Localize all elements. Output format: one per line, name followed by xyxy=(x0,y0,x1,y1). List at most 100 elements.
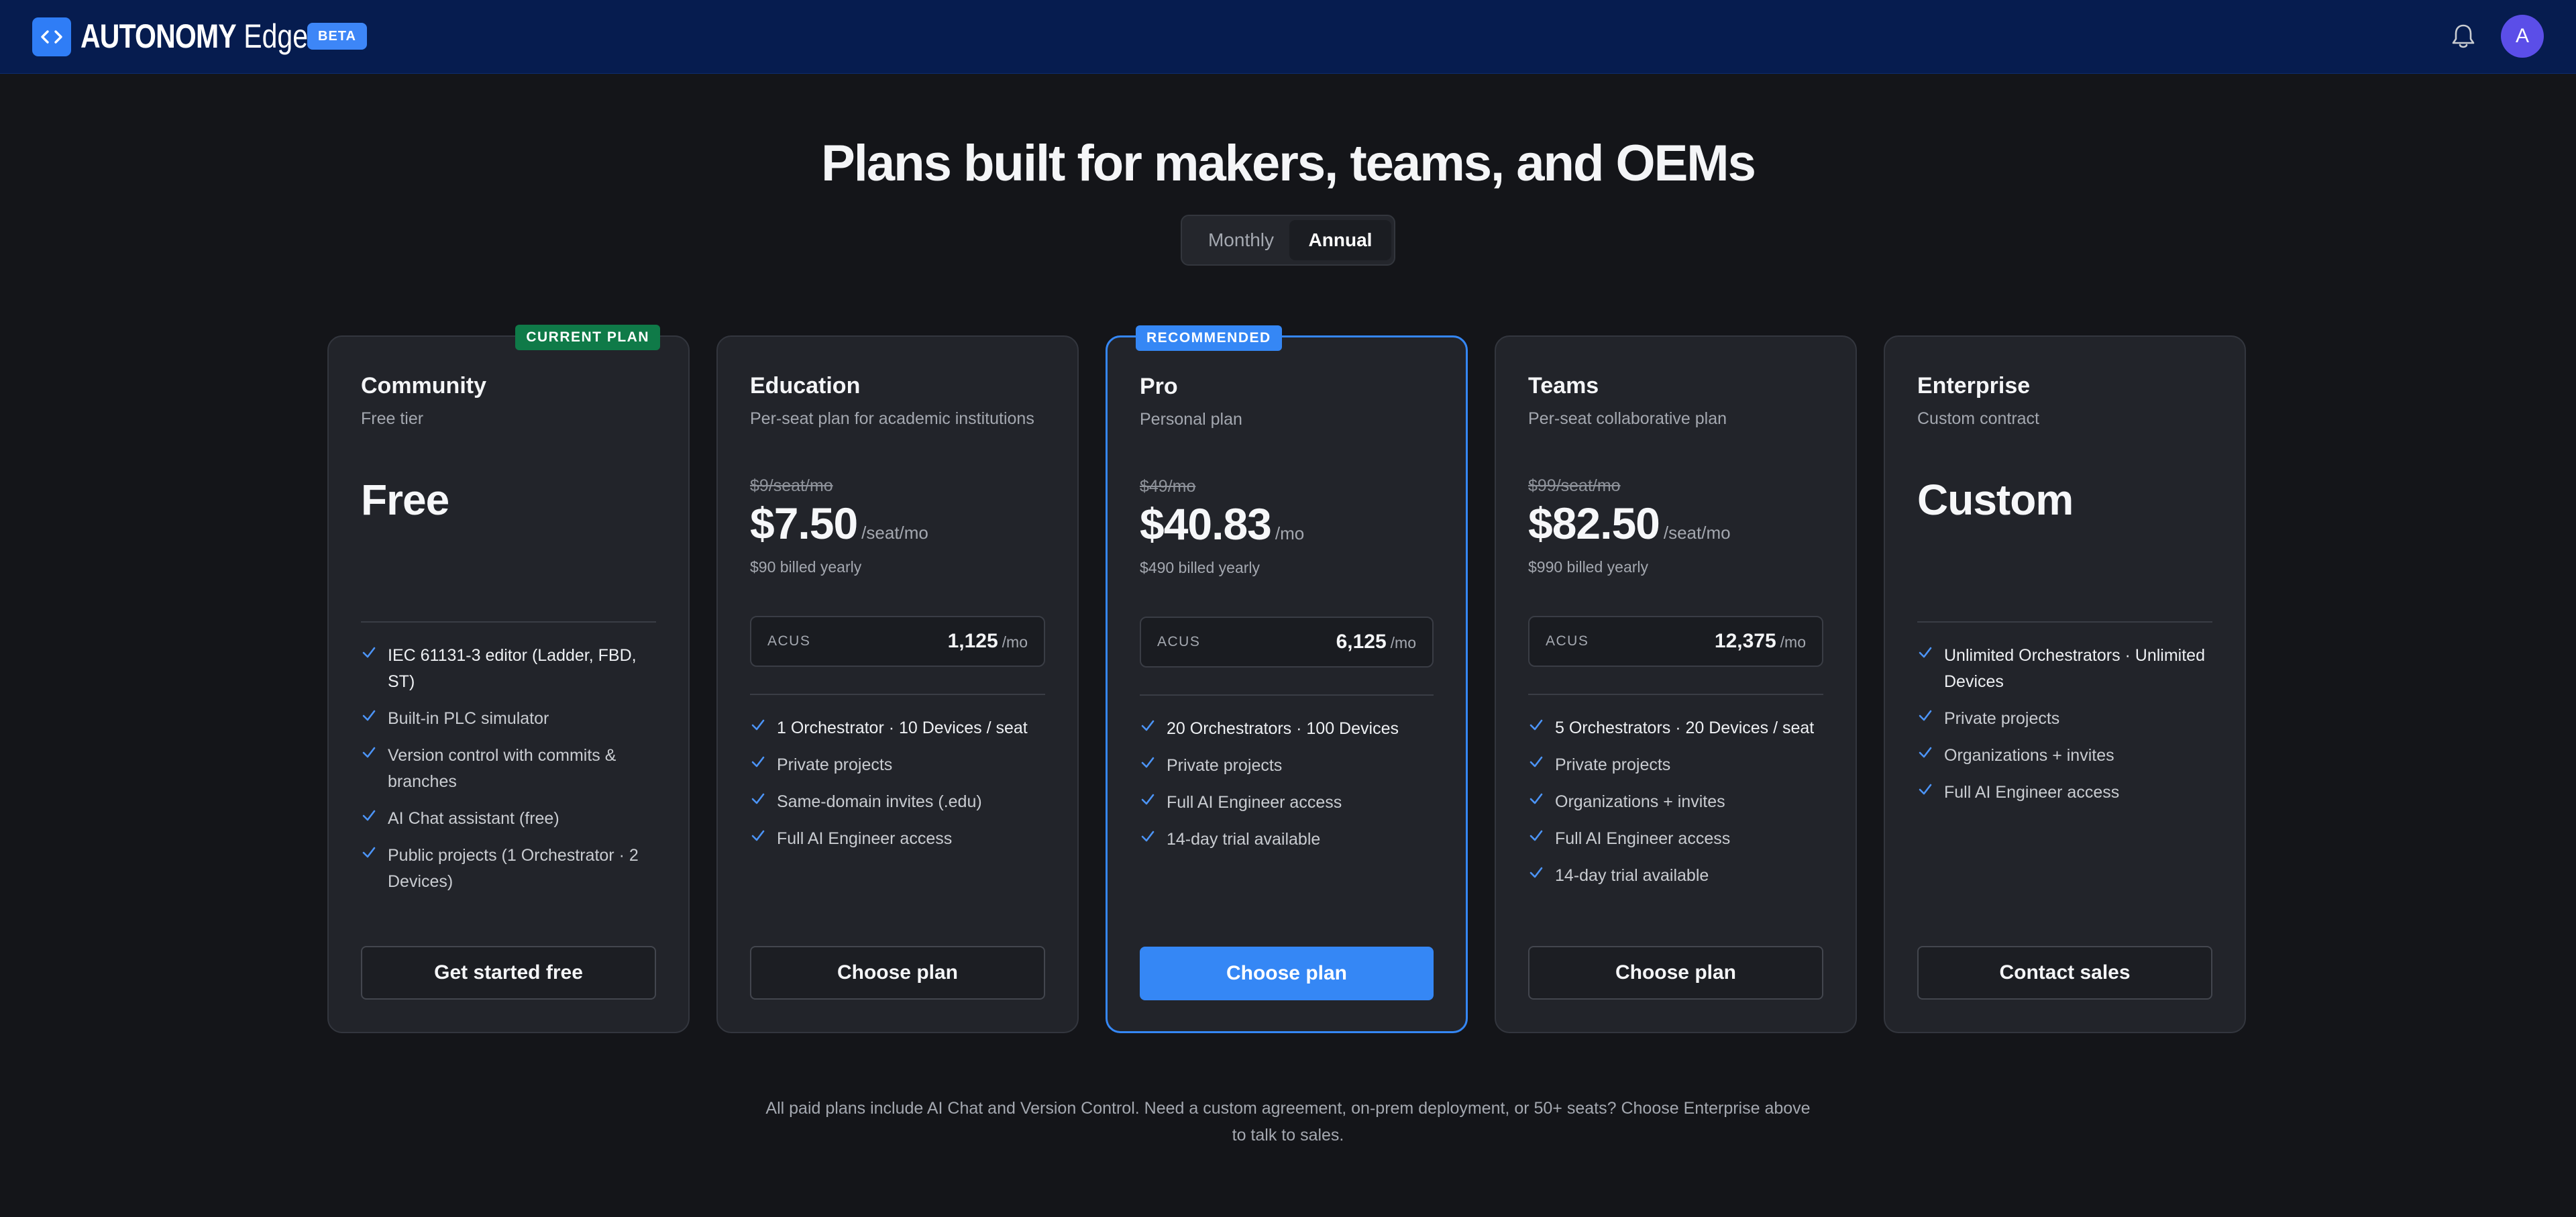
plan-card-teams: Teams Per-seat collaborative plan $99/se… xyxy=(1495,335,1857,1033)
acus-value-row: 6,125/mo xyxy=(1336,618,1416,670)
choose-plan-button-teams[interactable]: Choose plan xyxy=(1528,946,1823,1000)
acus-value-row: 12,375/mo xyxy=(1715,617,1806,669)
feature-text: Same-domain invites (.edu) xyxy=(777,792,982,811)
feature-list: 1 Orchestrator · 10 Devices / seat Priva… xyxy=(750,715,1045,863)
acus-value: 6,125 xyxy=(1336,631,1387,653)
check-icon xyxy=(1141,757,1155,768)
check-icon xyxy=(1529,719,1543,731)
acus-unit: /mo xyxy=(1780,633,1806,651)
original-price: $99/seat/mo xyxy=(1528,476,1621,495)
price-row: $82.50/seat/mo xyxy=(1528,498,1731,549)
feature-item: Full AI Engineer access xyxy=(1140,790,1434,816)
choose-plan-button-education[interactable]: Choose plan xyxy=(750,946,1045,1000)
plan-name: Pro xyxy=(1140,374,1178,399)
plan-price: Free xyxy=(361,476,449,524)
feature-text: Full AI Engineer access xyxy=(1167,793,1342,812)
check-icon xyxy=(751,793,765,804)
brand-name-light: Edge xyxy=(244,17,309,55)
feature-list: 5 Orchestrators · 20 Devices / seat Priv… xyxy=(1528,715,1823,900)
billing-toggle-annual[interactable]: Annual xyxy=(1289,220,1391,260)
price-row: $40.83/mo xyxy=(1140,498,1304,549)
plan-name: Community xyxy=(361,373,486,399)
acus-unit: /mo xyxy=(1002,633,1028,651)
price-unit: /seat/mo xyxy=(861,523,928,543)
acus-allowance-box: ACUS 1,125/mo xyxy=(750,616,1045,667)
feature-item: 20 Orchestrators · 100 Devices xyxy=(1140,716,1434,742)
feature-item: Built-in PLC simulator xyxy=(361,706,656,732)
acus-label: ACUS xyxy=(1157,634,1201,649)
plan-name: Education xyxy=(750,373,861,399)
plan-subtitle: Custom contract xyxy=(1917,409,2040,428)
feature-text: Built-in PLC simulator xyxy=(388,709,549,728)
acus-label: ACUS xyxy=(767,633,811,649)
divider xyxy=(750,694,1045,695)
check-icon xyxy=(1529,793,1543,804)
price-unit: /mo xyxy=(1275,523,1305,543)
feature-item: Unlimited Orchestrators · Unlimited Devi… xyxy=(1917,643,2212,695)
feature-item: Private projects xyxy=(750,752,1045,778)
bell-icon[interactable] xyxy=(2449,20,2478,52)
check-icon xyxy=(1529,756,1543,768)
plan-subtitle: Per-seat plan for academic institutions xyxy=(750,409,1034,428)
feature-text: IEC 61131-3 editor (Ladder, FBD, ST) xyxy=(388,646,637,691)
feature-text: Full AI Engineer access xyxy=(1555,829,1731,848)
plan-subtitle: Personal plan xyxy=(1140,410,1242,429)
feature-text: Private projects xyxy=(1944,709,2060,728)
brand-name-bold: AUTONOMY xyxy=(80,17,237,55)
choose-plan-button-pro[interactable]: Choose plan xyxy=(1140,947,1434,1000)
plan-card-education: Education Per-seat plan for academic ins… xyxy=(716,335,1079,1033)
plan-card-pro: RECOMMENDED Pro Personal plan $49/mo $40… xyxy=(1106,325,1468,1033)
feature-list: Unlimited Orchestrators · Unlimited Devi… xyxy=(1917,643,2212,816)
feature-item: Full AI Engineer access xyxy=(750,826,1045,852)
original-price: $9/seat/mo xyxy=(750,476,833,495)
check-icon xyxy=(751,756,765,768)
check-icon xyxy=(1141,720,1155,731)
feature-text: Full AI Engineer access xyxy=(777,829,953,848)
check-icon xyxy=(362,747,376,758)
code-brackets-icon[interactable] xyxy=(32,17,71,56)
feature-text: 14-day trial available xyxy=(1555,866,1709,885)
plan-price: $82.50 xyxy=(1528,498,1660,548)
brand-name[interactable]: AUTONOMY Edge xyxy=(80,15,308,58)
feature-item: Same-domain invites (.edu) xyxy=(750,789,1045,815)
plan-price: $40.83 xyxy=(1140,499,1272,549)
contact-sales-button[interactable]: Contact sales xyxy=(1917,946,2212,1000)
divider xyxy=(361,621,656,623)
feature-text: Public projects (1 Orchestrator · 2 Devi… xyxy=(388,846,639,891)
check-icon xyxy=(362,847,376,858)
feature-item: Full AI Engineer access xyxy=(1917,780,2212,806)
plan-name: Teams xyxy=(1528,373,1599,399)
acus-value: 12,375 xyxy=(1714,630,1776,652)
divider xyxy=(1528,694,1823,695)
check-icon xyxy=(1529,867,1543,878)
user-avatar[interactable]: A xyxy=(2501,15,2544,58)
billing-toggle-monthly[interactable]: Monthly xyxy=(1187,220,1295,260)
check-icon xyxy=(1141,831,1155,842)
feature-item: Organizations + invites xyxy=(1917,743,2212,769)
feature-item: Version control with commits & branches xyxy=(361,743,656,795)
billed-yearly-note: $90 billed yearly xyxy=(750,558,862,576)
feature-text: 14-day trial available xyxy=(1167,830,1321,849)
acus-label: ACUS xyxy=(1546,633,1589,649)
current-plan-badge: CURRENT PLAN xyxy=(515,325,660,350)
acus-value: 1,125 xyxy=(947,630,998,652)
feature-text: 1 Orchestrator · 10 Devices / seat xyxy=(777,719,1028,737)
feature-text: Private projects xyxy=(1167,756,1283,775)
check-icon xyxy=(751,830,765,841)
feature-text: Private projects xyxy=(1555,755,1671,774)
divider xyxy=(1917,621,2212,623)
feature-text: Private projects xyxy=(777,755,893,774)
check-icon xyxy=(1919,710,1932,721)
plan-price: $7.50 xyxy=(750,498,858,548)
plan-card-enterprise: Enterprise Custom contract Custom Unlimi… xyxy=(1884,335,2246,1033)
check-icon xyxy=(1919,647,1932,658)
beta-badge: BETA xyxy=(307,23,367,50)
recommended-badge: RECOMMENDED xyxy=(1136,325,1282,351)
feature-item: 1 Orchestrator · 10 Devices / seat xyxy=(750,715,1045,741)
get-started-free-button[interactable]: Get started free xyxy=(361,946,656,1000)
divider xyxy=(1140,694,1434,696)
feature-item: Private projects xyxy=(1140,753,1434,779)
plan-subtitle: Per-seat collaborative plan xyxy=(1528,409,1727,428)
feature-item: Public projects (1 Orchestrator · 2 Devi… xyxy=(361,843,656,895)
feature-item: 14-day trial available xyxy=(1528,863,1823,889)
